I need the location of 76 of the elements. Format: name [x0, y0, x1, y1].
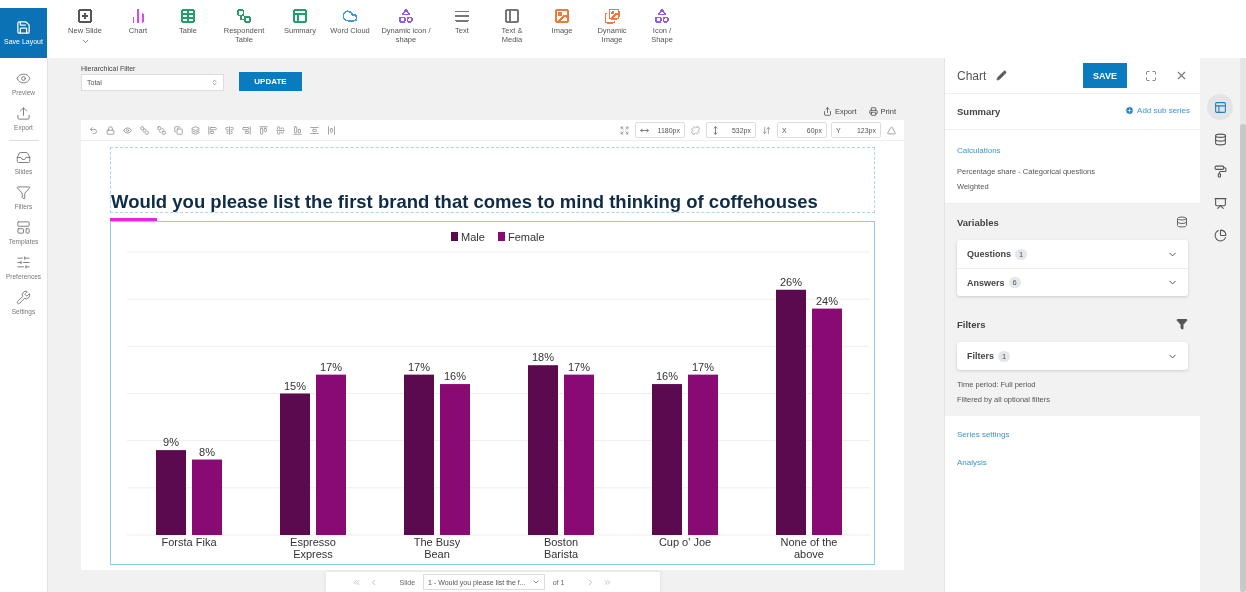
share-icon: [822, 107, 832, 116]
updown-icon: [211, 79, 218, 86]
paint-roller-icon: [1213, 164, 1227, 178]
data-label: 17%: [320, 360, 342, 373]
data-label: 8%: [199, 445, 215, 458]
data-label: 9%: [163, 436, 179, 449]
template-icon: [16, 220, 31, 235]
save-button[interactable]: SAVE: [1083, 63, 1127, 88]
align-middle-icon[interactable]: [274, 123, 287, 137]
section-title: Filters: [957, 318, 986, 330]
tray-icon: [16, 150, 31, 165]
legend-label: Male: [461, 230, 485, 243]
database-icon: [1213, 132, 1227, 146]
category-label: Forsta Fika: [161, 536, 217, 548]
category-label: Cup o' Joe: [658, 536, 712, 548]
data-label: 18%: [532, 351, 554, 364]
save-icon: [16, 20, 31, 35]
width-arrow-icon: [640, 125, 649, 135]
category-label: The Busy Bean: [413, 536, 461, 560]
lock-icon[interactable]: [104, 123, 117, 137]
data-label: 16%: [656, 370, 678, 383]
category-label: Boston Barista: [543, 536, 579, 560]
filter-icon: [1176, 318, 1188, 330]
copy-icon[interactable]: [172, 123, 185, 137]
height-arrow-icon: [711, 125, 720, 135]
panel-link[interactable]: Series settings: [957, 430, 1010, 439]
filter-icon: [16, 185, 31, 200]
legend-item: Female: [498, 230, 545, 243]
slide-title: Would you please list the first brand that comes to mind thinking of coffehouses: [111, 191, 818, 213]
align-center-icon[interactable]: [223, 123, 236, 137]
panel-link[interactable]: Analysis: [957, 458, 987, 467]
data-label: 15%: [284, 379, 306, 392]
align-bottom-icon[interactable]: [291, 123, 304, 137]
align-right-icon[interactable]: [240, 123, 253, 137]
upload-icon: [16, 106, 31, 121]
section-title: Summary: [957, 106, 1001, 117]
panel-icon: [1213, 100, 1227, 114]
selection-marker: [110, 218, 157, 221]
legend-label: Female: [508, 230, 545, 243]
align-left-icon[interactable]: [206, 123, 219, 137]
data-label: 24%: [816, 294, 838, 307]
settings-icon: [16, 290, 31, 305]
sliders-icon: [16, 255, 31, 270]
maximize-icon[interactable]: [1145, 69, 1157, 82]
printer-icon: [868, 107, 878, 116]
legend-item: Male: [451, 230, 485, 243]
database-icon: [1176, 216, 1188, 228]
pencil-icon[interactable]: [996, 70, 1008, 81]
section-title: Variables: [957, 216, 999, 228]
distribute-horizontal-icon[interactable]: [325, 123, 338, 137]
align-top-icon[interactable]: [257, 123, 270, 137]
data-label: 17%: [408, 360, 430, 373]
category-label: None of the above: [780, 536, 838, 560]
close-icon[interactable]: [1175, 69, 1188, 82]
scrollbar-thumb[interactable]: [1240, 124, 1246, 592]
panel-title: Chart: [957, 68, 987, 83]
presentation-icon: [1213, 196, 1227, 210]
layers-icon[interactable]: [189, 123, 202, 137]
chevron-down-icon: [80, 37, 90, 46]
data-label: 17%: [568, 360, 590, 373]
last-page-icon[interactable]: [603, 577, 613, 587]
update-button[interactable]: UPDATE: [239, 72, 302, 91]
data-label: 26%: [780, 275, 802, 288]
data-label: 17%: [692, 360, 714, 373]
category-label: Espresso Express: [290, 536, 336, 560]
data-label: 16%: [444, 370, 466, 383]
plus-circle-icon: [1125, 106, 1135, 115]
calculations-link[interactable]: Calculations: [957, 146, 1001, 155]
pie-chart-icon: [1213, 228, 1227, 242]
triangle-icon[interactable]: [885, 123, 898, 137]
expand-icon[interactable]: [618, 123, 631, 137]
first-page-icon[interactable]: [351, 577, 361, 587]
add-sub-series-link[interactable]: Add sub series: [1125, 106, 1190, 115]
chevron-down-icon: [531, 578, 540, 586]
panel-tab[interactable]: [1207, 94, 1233, 120]
eye-icon: [16, 71, 31, 86]
